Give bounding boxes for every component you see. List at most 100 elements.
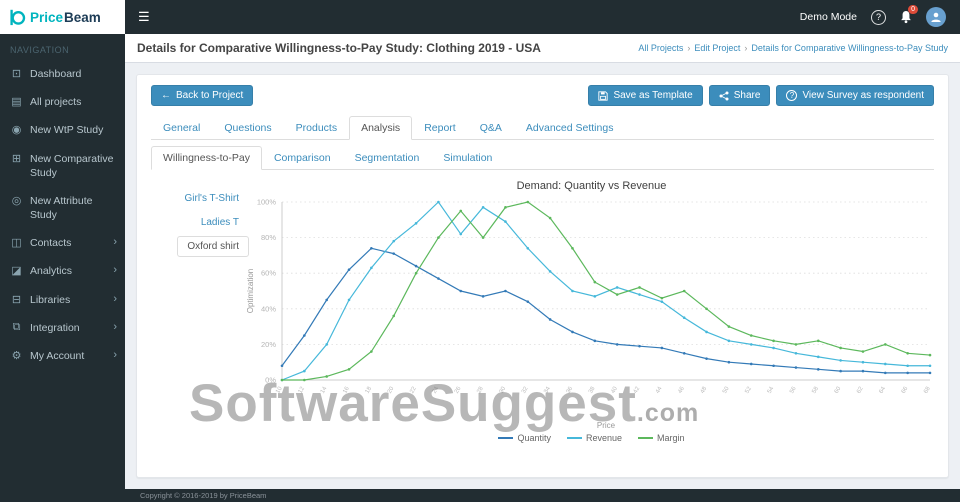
view-survey-label: View Survey as respondent <box>802 90 924 101</box>
main-tabs: General Questions Products Analysis Repo… <box>151 116 934 140</box>
subtab-simulation[interactable]: Simulation <box>431 146 504 170</box>
subtab-segmentation[interactable]: Segmentation <box>343 146 432 170</box>
breadcrumb-all-projects[interactable]: All Projects <box>638 43 683 53</box>
demo-mode-label[interactable]: Demo Mode <box>800 11 857 23</box>
svg-text:Optimization: Optimization <box>246 269 255 313</box>
product-tab-girls-t-shirt[interactable]: Girl's T-Shirt <box>174 188 249 209</box>
save-icon <box>598 90 609 101</box>
sidebar-item-new-attribute-study[interactable]: ◎ New Attribute Study <box>0 187 125 229</box>
chevron-right-icon: › <box>113 236 117 249</box>
svg-text:56: 56 <box>789 385 798 394</box>
sidebar-item-label: Dashboard <box>30 68 82 80</box>
app-window: Price Beam ☰ Demo Mode ? 0 NAVIGATION ⊡ … <box>0 0 960 502</box>
legend-item-quantity[interactable]: Quantity <box>498 433 551 443</box>
demand-chart[interactable]: 0% 20% 40% 60% 80% 100% 10 12 14 16 18 20 22 24 26 28 30… <box>242 194 942 432</box>
sidebar-item-libraries[interactable]: ⊟ Libraries › <box>0 286 125 314</box>
topbar-right: Demo Mode ? 0 <box>800 5 960 27</box>
svg-text:36: 36 <box>565 385 574 394</box>
analysis-subtabs: Willingness-to-Pay Comparison Segmentati… <box>151 146 934 170</box>
sidebar-item-my-account[interactable]: ⚙ My Account › <box>0 342 125 370</box>
sidebar-section-label: NAVIGATION <box>10 45 70 55</box>
logo-text-secondary: Beam <box>64 9 101 25</box>
svg-text:18: 18 <box>364 385 373 394</box>
svg-text:40%: 40% <box>260 304 275 313</box>
save-as-template-button[interactable]: Save as Template <box>588 85 703 106</box>
sidebar-item-new-wtp-study[interactable]: ◉ New WtP Study <box>0 116 125 144</box>
svg-text:10: 10 <box>275 385 284 394</box>
svg-text:40: 40 <box>610 385 619 394</box>
share-button[interactable]: Share <box>708 85 771 106</box>
sidebar: NAVIGATION ⊡ Dashboard ▤ All projects ◉ … <box>0 34 125 502</box>
legend-item-revenue[interactable]: Revenue <box>566 433 623 443</box>
subtab-comparison[interactable]: Comparison <box>262 146 343 170</box>
svg-text:62: 62 <box>856 385 865 394</box>
logo[interactable]: Price Beam <box>0 0 125 34</box>
back-to-project-label: Back to Project <box>176 90 244 101</box>
back-arrow-icon: ← <box>161 90 171 101</box>
svg-text:60%: 60% <box>260 269 275 278</box>
page-header: Details for Comparative Willingness-to-P… <box>125 34 960 63</box>
tab-general[interactable]: General <box>151 116 212 140</box>
breadcrumb-edit-project[interactable]: Edit Project <box>694 43 740 53</box>
svg-text:52: 52 <box>744 385 753 394</box>
svg-text:48: 48 <box>699 385 708 394</box>
analysis-body: Girl's T-Shirt Ladies T Oxford shirt Dem… <box>151 176 934 443</box>
pricebeam-logo-icon <box>10 9 26 26</box>
sidebar-item-label: New WtP Study <box>30 124 104 137</box>
chevron-right-icon: › <box>113 264 117 277</box>
tab-report[interactable]: Report <box>412 116 468 140</box>
product-tab-ladies-t[interactable]: Ladies T <box>191 212 249 233</box>
help-icon[interactable]: ? <box>871 9 886 25</box>
breadcrumb-current[interactable]: Details for Comparative Willingness-to-P… <box>751 43 948 53</box>
legend-item-margin[interactable]: Margin <box>638 433 685 443</box>
svg-text:34: 34 <box>543 385 552 394</box>
product-tab-oxford-shirt[interactable]: Oxford shirt <box>177 236 249 257</box>
back-to-project-button[interactable]: ← Back to Project <box>151 85 254 106</box>
sidebar-item-integration[interactable]: ⧉ Integration › <box>0 314 125 342</box>
question-circle-icon: ? <box>786 90 798 101</box>
tab-products[interactable]: Products <box>284 116 349 140</box>
svg-text:42: 42 <box>632 385 641 394</box>
svg-text:28: 28 <box>476 385 485 394</box>
svg-text:54: 54 <box>766 385 775 394</box>
study-card: ← Back to Project Save as Template Share… <box>136 74 949 478</box>
analytics-icon: ◪ <box>11 265 22 278</box>
svg-text:24: 24 <box>431 385 440 394</box>
sidebar-item-dashboard[interactable]: ⊡ Dashboard <box>0 60 125 88</box>
svg-text:80%: 80% <box>260 233 275 242</box>
comparative-study-icon: ⊞ <box>11 152 22 165</box>
svg-text:22: 22 <box>409 385 418 394</box>
tab-analysis[interactable]: Analysis <box>349 116 413 140</box>
notification-badge: 0 <box>908 5 918 14</box>
svg-text:68: 68 <box>923 385 932 394</box>
view-survey-button[interactable]: ? View Survey as respondent <box>776 85 934 106</box>
menu-toggle-icon[interactable]: ☰ <box>125 0 163 34</box>
chevron-right-icon: › <box>113 320 117 333</box>
subtab-willingness-to-pay[interactable]: Willingness-to-Pay <box>151 146 262 170</box>
sidebar-item-label: All projects <box>30 96 82 109</box>
svg-text:16: 16 <box>342 385 351 394</box>
sidebar-item-analytics[interactable]: ◪ Analytics › <box>0 257 125 285</box>
sidebar-item-label: Analytics <box>30 265 73 278</box>
svg-text:26: 26 <box>453 385 462 394</box>
tab-advanced-settings[interactable]: Advanced Settings <box>514 116 626 140</box>
sidebar-item-new-comparative-study[interactable]: ⊞ New Comparative Study <box>0 145 125 187</box>
integration-icon: ⧉ <box>12 320 21 333</box>
legend-label: Revenue <box>585 433 623 443</box>
contacts-icon: ◫ <box>11 237 22 250</box>
libraries-icon: ⊟ <box>11 293 22 306</box>
svg-text:0%: 0% <box>265 376 276 385</box>
legend-marker <box>566 437 582 439</box>
tab-qa[interactable]: Q&A <box>468 116 514 140</box>
tab-questions[interactable]: Questions <box>212 116 283 140</box>
sidebar-item-contacts[interactable]: ◫ Contacts › <box>0 229 125 257</box>
toolbar-right-group: Save as Template Share ? View Survey as … <box>588 85 934 106</box>
gear-icon: ⚙ <box>11 349 22 362</box>
breadcrumb-separator-icon: › <box>687 43 691 53</box>
notifications-button[interactable]: 0 <box>900 5 918 24</box>
legend-label: Quantity <box>517 433 551 443</box>
sidebar-item-all-projects[interactable]: ▤ All projects <box>0 88 125 116</box>
share-icon <box>719 91 729 100</box>
avatar[interactable] <box>926 7 946 27</box>
user-icon <box>931 12 941 22</box>
